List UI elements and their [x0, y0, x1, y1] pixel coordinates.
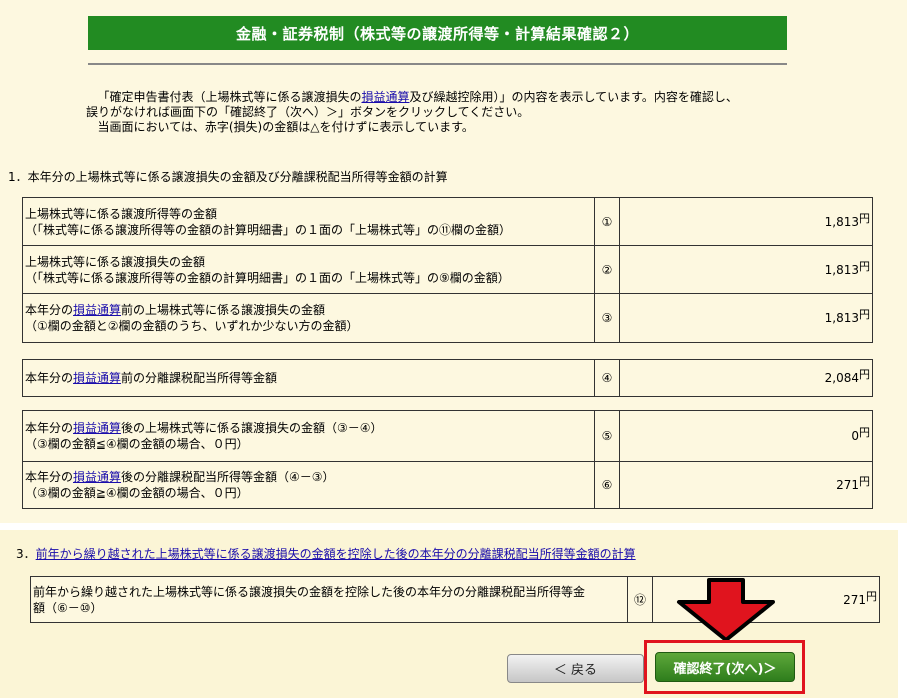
- row4-label: 本年分の損益通算前の分離課税配当所得等金額: [22, 359, 595, 397]
- row6-label: 本年分の損益通算後の分離課税配当所得等金額（④－③） （③欄の金額≧④欄の金額の場…: [22, 461, 595, 509]
- table-row: 上場株式等に係る譲渡所得等の金額 （「株式等に係る譲渡所得等の金額の計算明細書」の…: [22, 197, 873, 246]
- row5-soneki-link[interactable]: 損益通算: [73, 421, 121, 435]
- header-divider: [88, 63, 787, 65]
- row4-value: 2,084円: [619, 359, 873, 397]
- row4-soneki-link[interactable]: 損益通算: [73, 371, 121, 385]
- section-divider: [0, 523, 907, 530]
- row5-value: 0円: [619, 410, 873, 462]
- intro-line1-a: 「確定申告書付表（上場株式等に係る譲渡損失の: [97, 90, 362, 104]
- page-title: 金融・証券税制（株式等の譲渡所得等・計算結果確認２）: [88, 16, 787, 50]
- row5-num: ⑤: [594, 410, 620, 462]
- intro-soneki-link[interactable]: 損益通算: [361, 90, 409, 104]
- section3-title: 3．前年から繰り越された上場株式等に係る譲渡損失の金額を控除した後の本年分の分離…: [16, 547, 636, 561]
- row4-num: ④: [594, 359, 620, 397]
- row6-soneki-link[interactable]: 損益通算: [73, 470, 121, 484]
- intro-line1-b: 及び繰越控除用）」の内容を表示しています。内容を確認し、: [409, 90, 738, 104]
- section3-title-link[interactable]: 前年から繰り越された上場株式等に係る譲渡損失の金額を控除した後の本年分の分離課税…: [36, 547, 636, 561]
- confirm-next-button[interactable]: 確認終了(次へ)＞: [655, 652, 795, 682]
- table-row: 本年分の損益通算後の上場株式等に係る譲渡損失の金額（③－④） （③欄の金額≦④欄の…: [22, 410, 873, 462]
- right-margin: [898, 523, 907, 698]
- row3-label: 本年分の損益通算前の上場株式等に係る譲渡損失の金額 （①欄の金額と②欄の金額のうち…: [22, 293, 595, 343]
- row2-num: ②: [594, 245, 620, 294]
- down-arrow-icon: [677, 578, 775, 642]
- table-row: 本年分の損益通算後の分離課税配当所得等金額（④－③） （③欄の金額≧④欄の金額の場…: [22, 461, 873, 509]
- row3-value: 1,813円: [619, 293, 873, 343]
- section1-table-c: 本年分の損益通算後の上場株式等に係る譲渡損失の金額（③－④） （③欄の金額≦④欄の…: [22, 410, 873, 509]
- row1-num: ①: [594, 197, 620, 246]
- intro-text: 「確定申告書付表（上場株式等に係る譲渡損失の損益通算及び繰越控除用）」の内容を表…: [86, 90, 786, 135]
- row6-value: 271円: [619, 461, 873, 509]
- row5-label: 本年分の損益通算後の上場株式等に係る譲渡損失の金額（③－④） （③欄の金額≦④欄の…: [22, 410, 595, 462]
- row3-soneki-link[interactable]: 損益通算: [73, 303, 121, 317]
- table-row: 本年分の損益通算前の上場株式等に係る譲渡損失の金額 （①欄の金額と②欄の金額のうち…: [22, 293, 873, 343]
- row6-num: ⑥: [594, 461, 620, 509]
- section1-table-b: 本年分の損益通算前の分離課税配当所得等金額 ④ 2,084円: [22, 359, 873, 397]
- section1-title: 1．本年分の上場株式等に係る譲渡損失の金額及び分離課税配当所得等金額の計算: [8, 170, 448, 184]
- intro-line3: 当画面においては、赤字(損失)の金額は△を付けずに表示しています。: [97, 120, 474, 134]
- row2-label: 上場株式等に係る譲渡損失の金額 （「株式等に係る譲渡所得等の金額の計算明細書」の１…: [22, 245, 595, 294]
- row1-value: 1,813円: [619, 197, 873, 246]
- row12-label: 前年から繰り越された上場株式等に係る譲渡損失の金額を控除した後の本年分の分離課税…: [30, 576, 628, 623]
- row3-num: ③: [594, 293, 620, 343]
- table-row: 本年分の損益通算前の分離課税配当所得等金額 ④ 2,084円: [22, 359, 873, 397]
- table-row: 上場株式等に係る譲渡損失の金額 （「株式等に係る譲渡所得等の金額の計算明細書」の１…: [22, 245, 873, 294]
- row12-num: ⑫: [627, 576, 653, 623]
- row2-value: 1,813円: [619, 245, 873, 294]
- row1-label: 上場株式等に係る譲渡所得等の金額 （「株式等に係る譲渡所得等の金額の計算明細書」の…: [22, 197, 595, 246]
- back-button[interactable]: ＜ 戻る: [507, 654, 644, 683]
- section1-table-a: 上場株式等に係る譲渡所得等の金額 （「株式等に係る譲渡所得等の金額の計算明細書」の…: [22, 197, 873, 343]
- intro-line2: 誤りがなければ画面下の「確認終了（次へ）＞」ボタンをクリックしてください。: [86, 105, 530, 119]
